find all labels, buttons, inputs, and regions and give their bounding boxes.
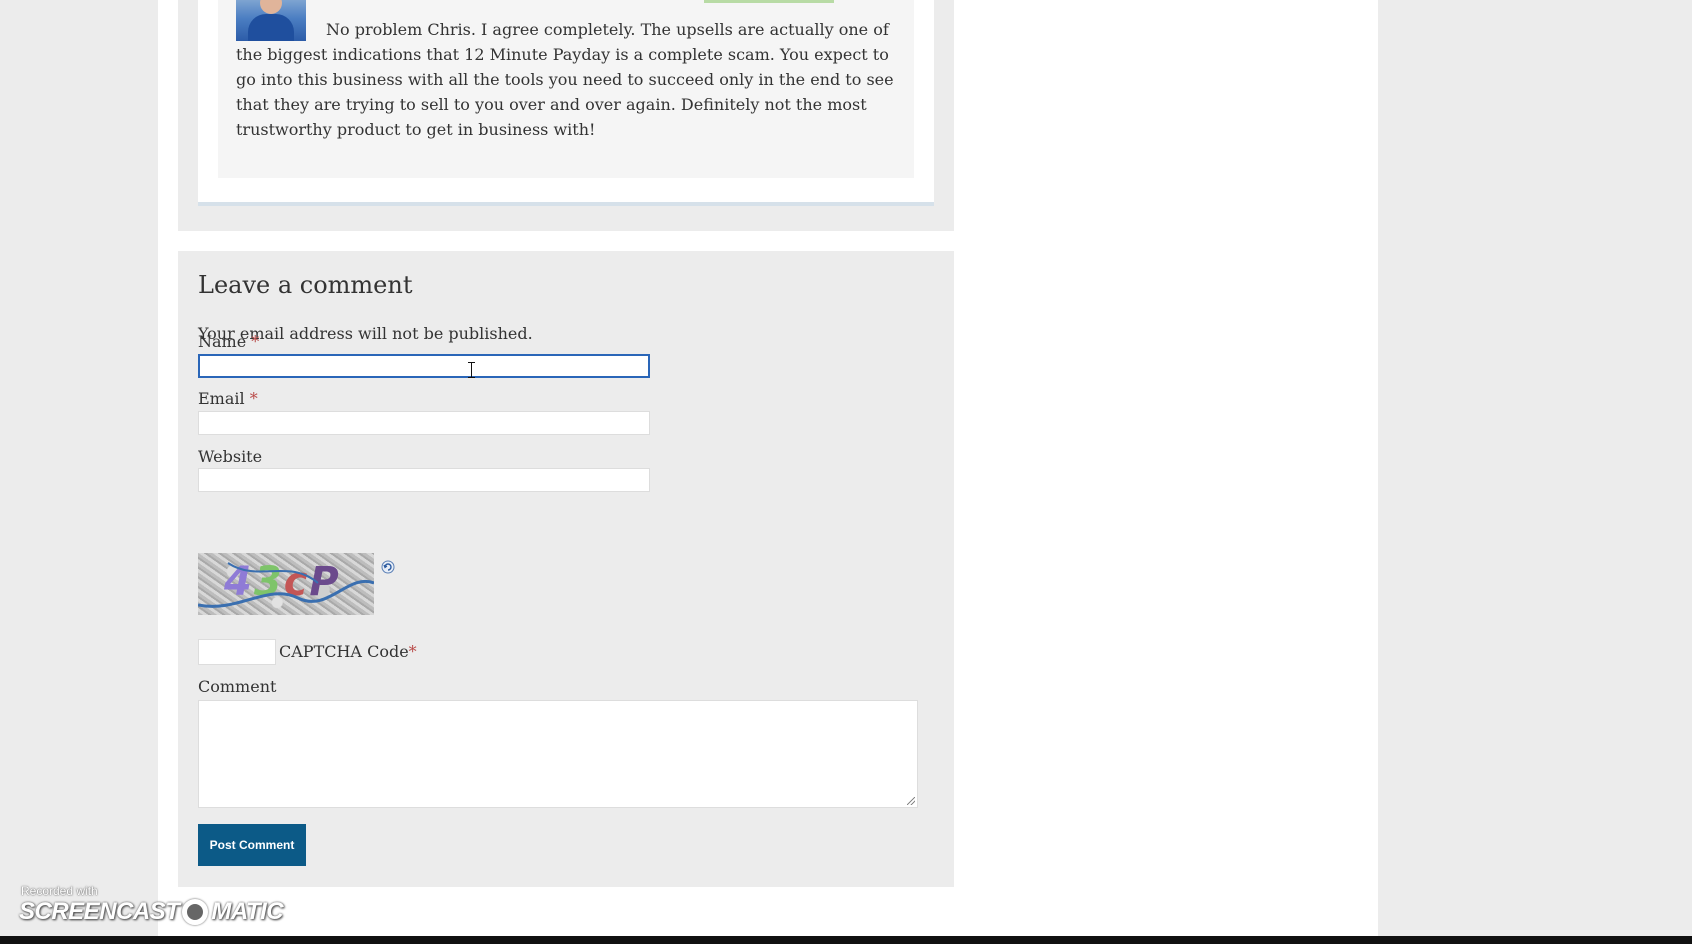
required-mark: *: [251, 332, 260, 351]
post-comment-button[interactable]: Post Comment: [198, 824, 306, 866]
resize-handle-icon[interactable]: [907, 797, 915, 805]
comment-thread: No problem Chris. I agree completely. Th…: [198, 0, 934, 206]
name-field[interactable]: [198, 354, 650, 378]
email-label: Email *: [198, 389, 258, 408]
captcha-label: CAPTCHA Code*: [279, 642, 417, 661]
refresh-captcha-icon[interactable]: [381, 560, 395, 574]
captcha-label-text: CAPTCHA Code: [279, 642, 409, 661]
logo-circle-icon: [182, 899, 209, 925]
website-label: Website: [198, 447, 262, 466]
required-mark: *: [249, 389, 258, 408]
comment-textarea[interactable]: [198, 700, 918, 808]
website-field[interactable]: [198, 468, 650, 492]
comments-section: No problem Chris. I agree completely. Th…: [178, 0, 954, 231]
captcha-image: 43cP: [198, 553, 374, 615]
reply-comment: No problem Chris. I agree completely. Th…: [218, 0, 914, 178]
text-cursor-icon: [468, 362, 476, 378]
email-field[interactable]: [198, 411, 650, 435]
reply-comment-text: No problem Chris. I agree completely. Th…: [236, 20, 894, 139]
watermark-brand-right: MATIC: [211, 898, 284, 925]
name-label: Name *: [198, 332, 259, 351]
name-label-text: Name: [198, 332, 247, 351]
screencast-o-matic-logo: SCREENCAST MATIC: [19, 898, 284, 926]
reply-highlight-bar: [704, 0, 834, 3]
comment-label: Comment: [198, 677, 276, 696]
comment-form: Leave a comment Your email address will …: [178, 251, 954, 887]
watermark-caption: Recorded with: [21, 884, 98, 898]
captcha-code-field[interactable]: [198, 639, 276, 665]
watermark-brand-left: SCREENCAST: [19, 898, 180, 925]
form-title: Leave a comment: [198, 271, 413, 299]
captcha-noise-line: [198, 562, 374, 608]
comment-label-text: Comment: [198, 677, 277, 696]
bottom-bar: [0, 936, 1692, 944]
required-mark: *: [408, 642, 417, 661]
email-label-text: Email: [198, 389, 245, 408]
website-label-text: Website: [198, 447, 263, 466]
